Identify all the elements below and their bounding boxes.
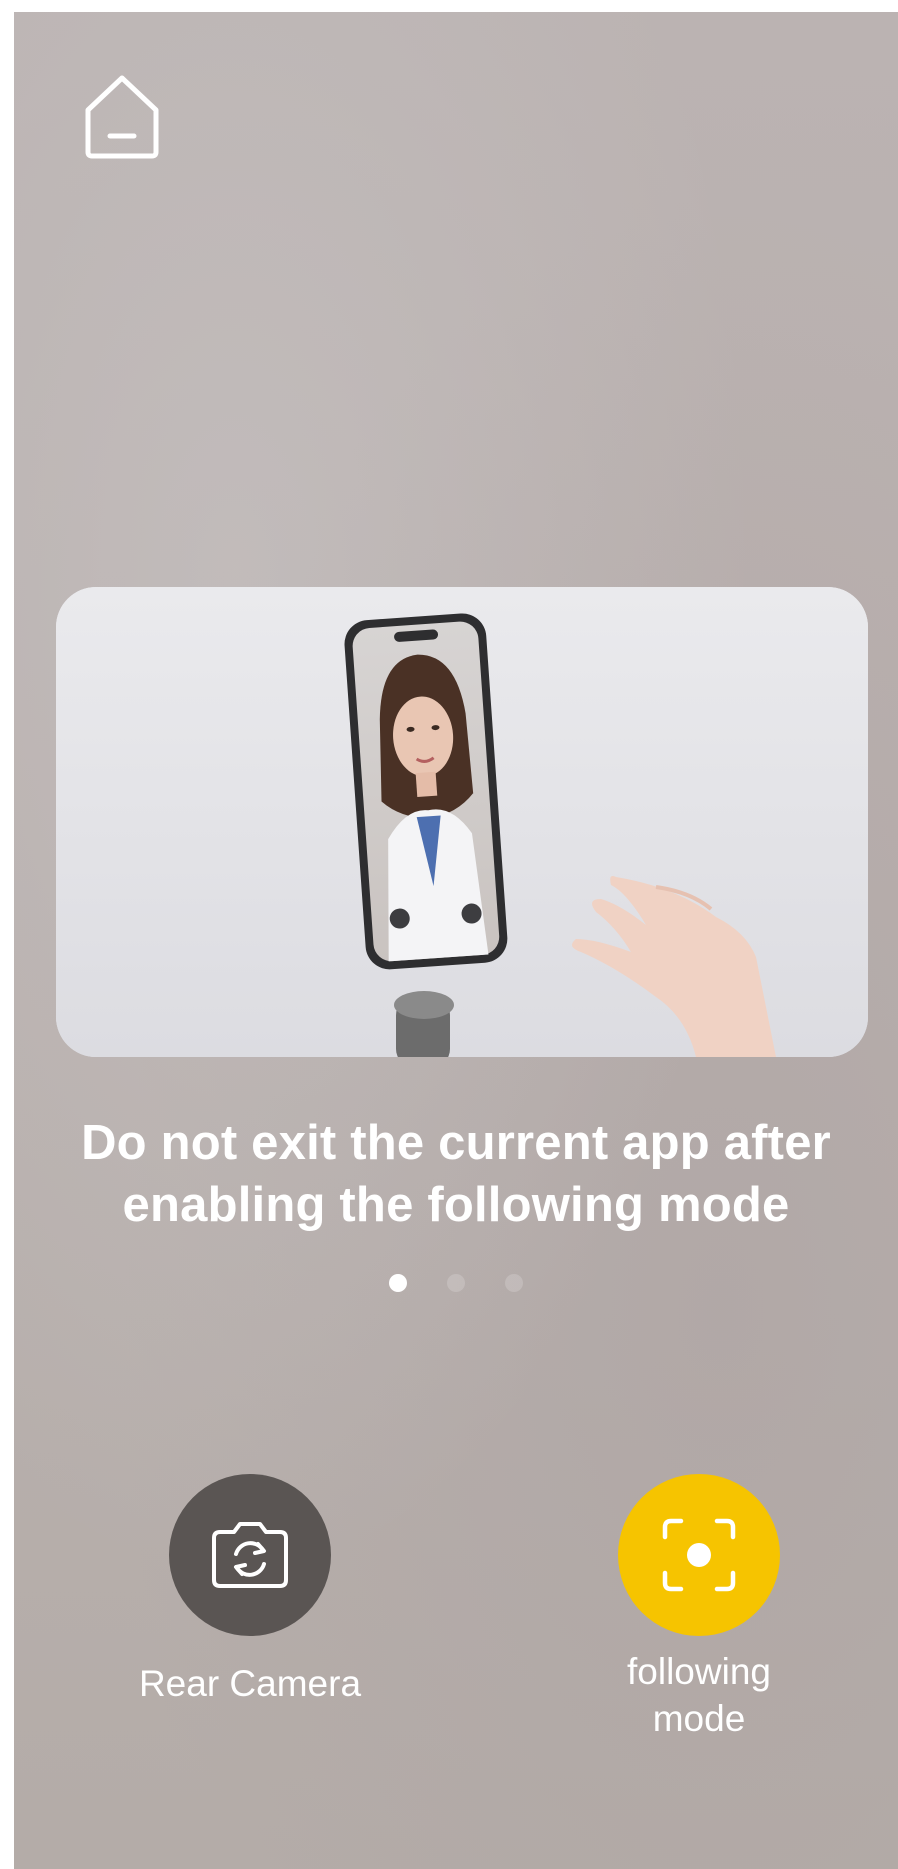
page-indicator bbox=[14, 1274, 898, 1294]
home-icon bbox=[85, 75, 159, 159]
rear-camera-circle[interactable] bbox=[169, 1474, 331, 1636]
tutorial-preview-image bbox=[56, 587, 868, 1057]
page-dot bbox=[447, 1274, 465, 1292]
page-dot bbox=[505, 1274, 523, 1292]
home-button[interactable] bbox=[82, 70, 162, 162]
screen: Do not exit the current app after enabli… bbox=[14, 12, 898, 1869]
following-mode-button[interactable]: following mode bbox=[589, 1474, 809, 1742]
rear-camera-button[interactable]: Rear Camera bbox=[130, 1474, 370, 1707]
following-mode-circle[interactable] bbox=[618, 1474, 780, 1636]
following-mode-label: following mode bbox=[627, 1651, 771, 1739]
rear-camera-label: Rear Camera bbox=[138, 1663, 362, 1704]
camera-switch-icon bbox=[212, 1522, 288, 1588]
page-dot-active bbox=[389, 1274, 407, 1292]
instruction-text: Do not exit the current app after enabli… bbox=[81, 1116, 831, 1232]
focus-target-icon bbox=[662, 1518, 736, 1592]
